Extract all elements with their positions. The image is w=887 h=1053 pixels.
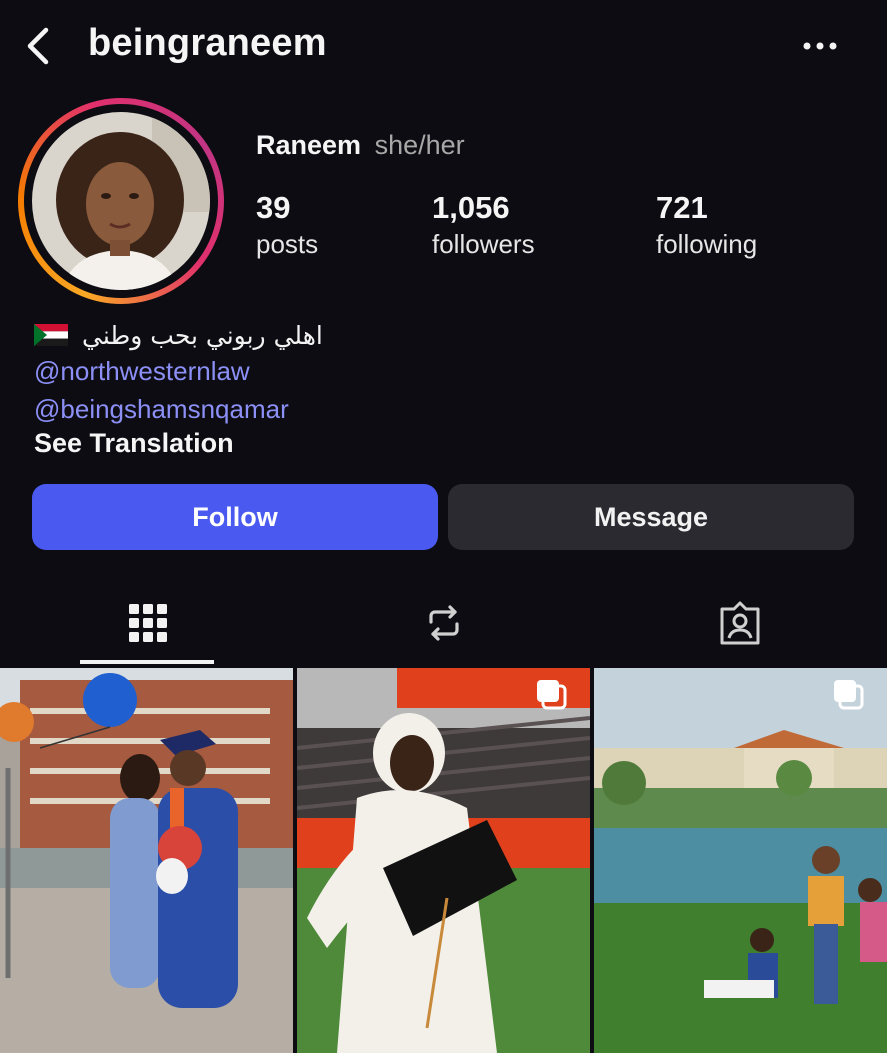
chevron-left-icon [27, 27, 49, 65]
message-button[interactable]: Message [448, 484, 854, 550]
sudan-flag-icon [34, 324, 68, 346]
followers-count: 1,056 [432, 190, 510, 225]
pronouns: she/her [374, 130, 465, 160]
back-button[interactable] [18, 22, 58, 70]
followers-label: followers [432, 229, 535, 259]
see-translation-link[interactable]: See Translation [34, 428, 234, 459]
profile-tabs [0, 580, 887, 668]
tab-reposts[interactable] [296, 580, 592, 666]
active-tab-indicator [80, 660, 214, 664]
bio-link-beingshamsnqamar[interactable]: @beingshamsnqamar [34, 394, 289, 425]
stat-posts[interactable]: 39 posts [256, 190, 318, 262]
grid-icon [129, 604, 167, 642]
top-bar: beingraneem [0, 0, 887, 92]
tab-posts-grid[interactable] [0, 580, 296, 666]
story-ring[interactable] [18, 98, 224, 304]
posts-count: 39 [256, 190, 291, 225]
avatar [32, 112, 210, 290]
posts-grid [0, 668, 887, 1053]
display-name: Raneem [256, 130, 362, 160]
bio-first-line: اهلي ربوني بحب وطني [34, 318, 354, 352]
stat-followers[interactable]: 1,056 followers [432, 190, 535, 262]
more-horizontal-icon [803, 42, 837, 50]
bio-text: اهلي ربوني بحب وطني [82, 320, 323, 350]
tagged-person-icon [720, 601, 760, 645]
follow-button[interactable]: Follow [32, 484, 438, 550]
tab-tagged[interactable] [592, 580, 887, 666]
posts-label: posts [256, 229, 319, 259]
bio-link-northwesternlaw[interactable]: @northwesternlaw [34, 356, 250, 387]
post-thumbnail-1[interactable] [0, 668, 293, 1053]
stat-following[interactable]: 721 following [656, 190, 757, 262]
post-thumbnail-3[interactable] [594, 668, 887, 1053]
profile-username: beingraneem [88, 22, 327, 64]
more-options-button[interactable] [798, 28, 842, 64]
following-label: following [656, 229, 758, 259]
profile-name-row: Raneem she/her [256, 130, 465, 161]
following-count: 721 [656, 190, 708, 225]
post-thumbnail-2[interactable] [297, 668, 590, 1053]
reels-repost-icon [429, 605, 459, 641]
